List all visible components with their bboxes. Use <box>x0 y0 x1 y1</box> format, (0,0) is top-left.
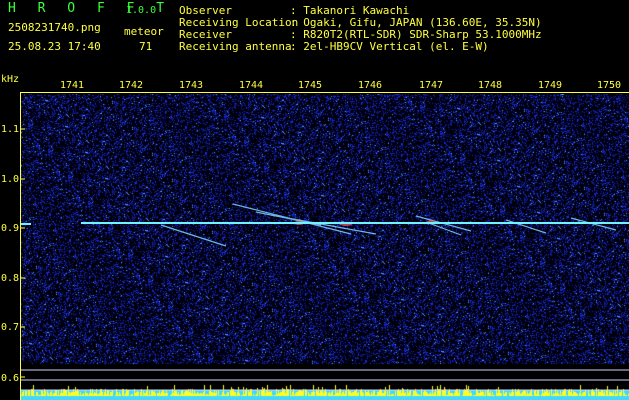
filename: 2508231740.png <box>8 21 101 34</box>
x-tick-1742: 1742 <box>119 80 144 91</box>
meteor-echo <box>270 214 377 235</box>
x-tick-1745: 1745 <box>298 80 323 91</box>
plot-top-axis <box>21 92 629 93</box>
y-unit-label: kHz <box>1 74 20 85</box>
antenna-value: : 2el-HB9CV Vertical (el. E-W) <box>290 40 489 53</box>
x-tick-1746: 1746 <box>358 80 383 91</box>
meteor-count: 71 <box>139 40 153 53</box>
x-tick-1743: 1743 <box>179 80 204 91</box>
x-tick-1747: 1747 <box>419 80 444 91</box>
y-tick-0.7: 0.7 <box>1 322 20 333</box>
spectrogram-traces <box>21 128 629 391</box>
y-tick-1.0: 1.0 <box>1 174 20 185</box>
meteor-echo <box>505 219 547 234</box>
datetime: 25.08.23 17:40 <box>8 40 101 53</box>
y-tick-1.1: 1.1 <box>1 124 20 135</box>
y-tick-0.8: 0.8 <box>1 273 20 284</box>
x-tick-1749: 1749 <box>538 80 563 91</box>
y-tick-0.6: 0.6 <box>1 373 20 384</box>
x-tick-1748: 1748 <box>478 80 503 91</box>
meteor-label: meteor <box>124 25 164 38</box>
x-tick-1741: 1741 <box>60 80 85 91</box>
x-tick-1744: 1744 <box>239 80 264 91</box>
x-tick-1750: 1750 <box>597 80 622 91</box>
meteor-echo <box>160 224 227 247</box>
y-tick-0.9: 0.9 <box>1 223 20 234</box>
spectrogram-plot <box>21 94 629 400</box>
antenna-label: Receiving antenna <box>179 40 292 53</box>
spectrogram-screen: H R O F F T 1.0.0 2508231740.png meteor … <box>0 0 629 400</box>
app-version: 1.0.0 <box>126 5 157 16</box>
